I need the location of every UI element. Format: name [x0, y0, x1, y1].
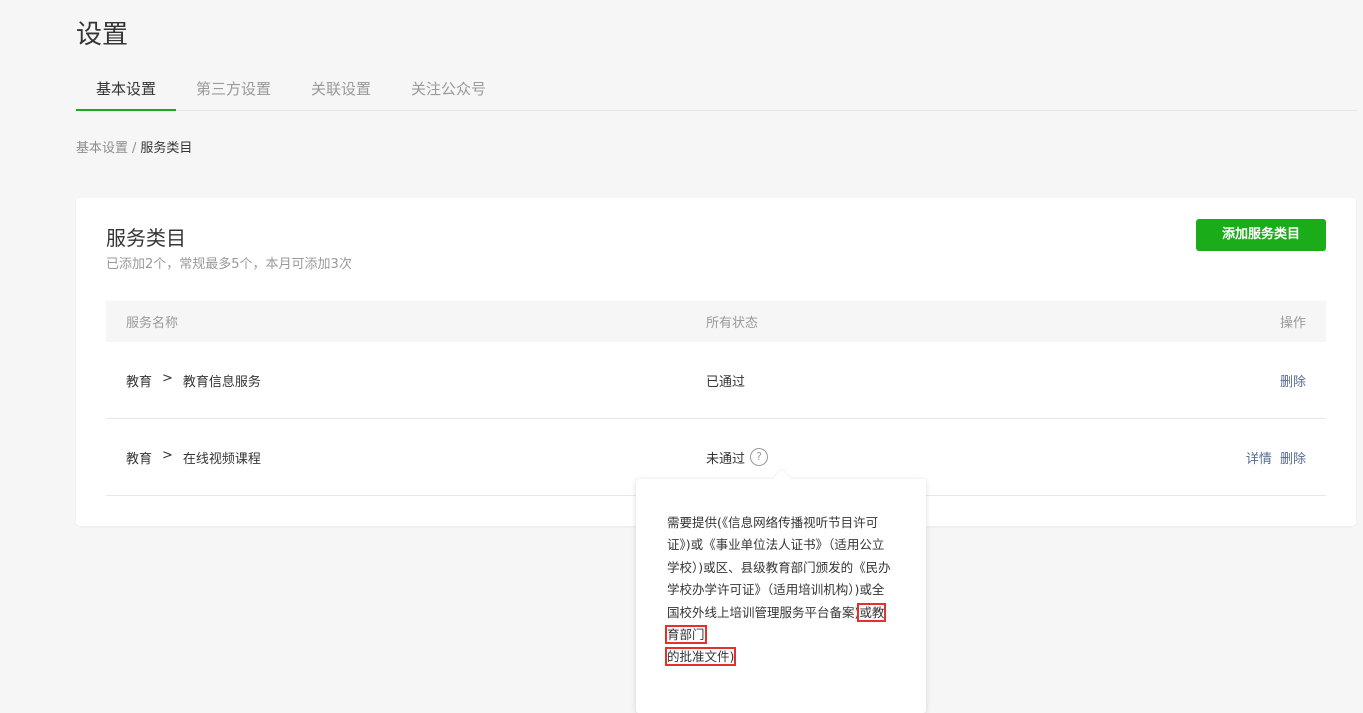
tab-third-party-settings[interactable]: 第三方设置 — [176, 70, 291, 110]
category-label: 教育 — [126, 451, 153, 467]
delete-link[interactable]: 删除 — [1280, 452, 1306, 467]
status-text: 已通过 — [706, 374, 746, 390]
breadcrumb: 基本设置 / 服务类目 — [76, 137, 192, 156]
delete-link[interactable]: 删除 — [1280, 375, 1306, 390]
service-category-card: 服务类目 已添加2个，常规最多5个，本月可添加3次 添加服务类目 服务名称 所有… — [76, 198, 1356, 526]
header-service-name: 服务名称 — [126, 316, 179, 331]
category-arrow: > — [162, 447, 173, 463]
rejection-reason-tooltip: 需要提供(《信息网络传播视听节目许可证》)或《事业单位法人证书》（适用公立学校）… — [636, 479, 926, 713]
category-arrow: > — [162, 370, 173, 386]
breadcrumb-current: 服务类目 — [140, 141, 193, 156]
subcategory-label: 教育信息服务 — [182, 374, 261, 390]
tab-basic-settings[interactable]: 基本设置 — [76, 70, 177, 111]
tab-linked-settings[interactable]: 关联设置 — [291, 70, 391, 110]
status-cell: 未通过 ? — [706, 448, 1106, 467]
operation-cell: 删除 — [1106, 371, 1326, 390]
header-status-filter[interactable]: 所有状态 — [706, 312, 1106, 331]
details-link[interactable]: 详情 — [1246, 452, 1272, 467]
operation-cell: 详情 删除 — [1106, 448, 1326, 467]
card-title: 服务类目 — [106, 226, 186, 250]
subcategory-label: 在线视频课程 — [182, 451, 261, 467]
tab-follow-official-account[interactable]: 关注公众号 — [391, 70, 506, 110]
breadcrumb-separator: / — [132, 141, 137, 156]
service-name-cell: 教育 > 在线视频课程 — [106, 448, 706, 467]
status-text: 未通过 — [706, 451, 746, 467]
highlighted-text: 的批准文件) — [664, 647, 737, 667]
page-title: 设置 — [76, 20, 129, 50]
service-name-cell: 教育 > 教育信息服务 — [106, 371, 706, 390]
service-category-table: 服务名称 所有状态 操作 教育 > 教育信息服务 已通过 删除 教育 > 在线视… — [106, 301, 1326, 496]
table-header: 服务名称 所有状态 操作 — [106, 301, 1326, 342]
card-description: 已添加2个，常规最多5个，本月可添加3次 — [106, 257, 352, 272]
breadcrumb-parent-link[interactable]: 基本设置 — [76, 141, 128, 156]
add-service-category-button[interactable]: 添加服务类目 — [1196, 219, 1326, 251]
header-operation: 操作 — [1279, 316, 1306, 331]
tooltip-text: 需要提供(《信息网络传播视听节目许可证》)或《事业单位法人证书》（适用公立学校）… — [667, 515, 891, 620]
category-label: 教育 — [126, 374, 153, 390]
table-row: 教育 > 教育信息服务 已通过 删除 — [106, 342, 1326, 419]
status-cell: 已通过 — [706, 371, 1106, 390]
question-mark-icon[interactable]: ? — [750, 448, 769, 466]
tab-bar: 基本设置 第三方设置 关联设置 关注公众号 — [76, 70, 1357, 111]
